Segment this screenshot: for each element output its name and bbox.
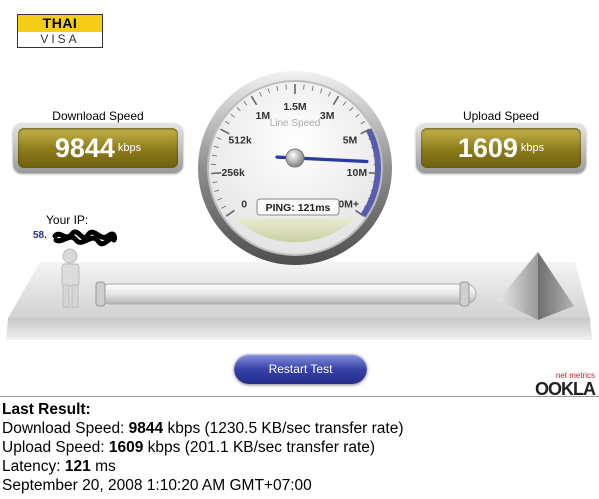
gauge-tick-label: 1M [256,110,271,122]
latency-result-line: Latency: 121 ms [2,458,116,475]
gauge-tick-label: 1.5M [283,101,307,113]
download-speed-box: 9844 kbps [13,123,183,173]
upload-speed-box: 1609 kbps [416,123,586,173]
last-result-heading: Last Result: [2,401,91,418]
ookla-logo[interactable]: net metrics OOKLA [529,371,596,399]
upload-label: Upload Speed [462,109,540,123]
gauge-minor-tick [285,84,287,90]
download-result-line: Download Speed: 9844 kbps (1230.5 KB/sec… [2,420,404,437]
divider [0,396,599,397]
last-result-section: Last Result: Download Speed: 9844 kbps (… [2,400,597,495]
gauge-tick-label: 256k [221,167,245,179]
transfer-tube [99,283,477,305]
upload-result-line: Upload Speed: 1609 kbps (201.1 KB/sec tr… [2,439,376,456]
upload-value: 1609 [457,133,518,163]
speed-gauge: 0256k512k1M1.5M3M5M10M20M+ Line Speed PI… [198,71,392,265]
restart-test-button[interactable]: Restart Test [234,354,367,384]
result-timestamp: September 20, 2008 1:10:20 AM GMT+07:00 [2,477,312,494]
gauge-hub [285,148,305,168]
download-result-value: 9844 [128,420,164,437]
download-value: 9844 [54,133,115,163]
gauge-major-tick [211,172,222,175]
gauge-tick-label: 3M [320,110,335,122]
ping-label: PING: 121ms [266,202,331,214]
download-label: Download Speed [52,109,144,123]
platform-front [6,318,592,340]
gauge-tick-label: 10M [347,167,368,179]
ip-redaction-scribble [52,229,117,247]
download-unit: kbps [117,142,142,154]
gauge-minor-tick [303,84,305,90]
ip-label: Your IP: [46,213,89,227]
upload-result-value: 1609 [108,439,144,456]
upload-unit: kbps [520,142,545,154]
gauge-major-tick [368,172,379,175]
ip-value: 58. [33,230,47,241]
gauge-tick-label: 5M [343,134,358,146]
gauge-title: Line Speed [270,118,321,129]
gauge-tick-label: 512k [228,134,252,146]
speedtest-panel: THAI VISA Download Speed 9844 kbps Uploa… [0,0,599,399]
latency-result-value: 121 [64,458,91,475]
gauge-tick-label: 0 [241,199,247,211]
